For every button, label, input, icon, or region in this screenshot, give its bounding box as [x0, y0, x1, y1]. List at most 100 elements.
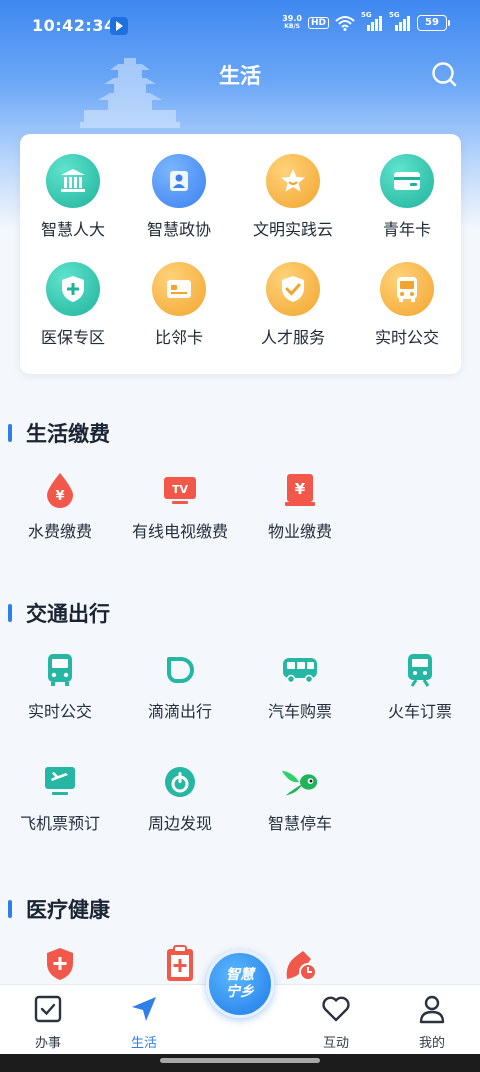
signal-strength-2: 5G: [389, 11, 411, 31]
quick-item-label: 人才服务: [260, 328, 325, 347]
center-home-button[interactable]: 智慧 宁乡: [206, 950, 274, 1018]
quick-service-card: 智慧人大 智慧政协 文明实践云 青年卡 医保专区 比邻卡 人才服务 实时公交: [20, 134, 461, 374]
battery-level: 59: [417, 15, 447, 31]
calendar-clock-icon: [280, 944, 320, 984]
card-icon: [380, 154, 434, 208]
shield-check-icon: [266, 262, 320, 316]
service-label: 水费缴费: [27, 522, 92, 541]
quick-item-label: 实时公交: [374, 328, 439, 347]
quick-item-realtime-bus[interactable]: 实时公交: [352, 262, 462, 348]
nav-tab-life[interactable]: 生活: [104, 993, 184, 1051]
signal-strength-1: 5G: [361, 11, 383, 31]
home-indicator[interactable]: [160, 1058, 320, 1063]
shield-plus-icon: [40, 944, 80, 984]
svg-text:TV: TV: [172, 483, 189, 496]
quick-item-youth-card[interactable]: 青年卡: [352, 154, 462, 240]
service-label: 飞机票预订: [19, 814, 100, 833]
service-train-ticket[interactable]: 火车订票: [360, 650, 480, 722]
nav-label: 互动: [322, 1036, 349, 1051]
plane-icon: [40, 762, 80, 802]
app-screen: 10:42:34 39.0 KB/S HD 5G 5G 59 生活 智慧人大 智…: [0, 0, 480, 1072]
quick-item-label: 智慧政协: [146, 220, 211, 239]
clipboard-icon: [160, 944, 200, 984]
hd-badge: HD: [307, 17, 329, 29]
bus-icon: [380, 262, 434, 316]
battery-indicator: 59: [417, 15, 450, 31]
coach-icon: [280, 650, 320, 690]
quick-item-smart-npc[interactable]: 智慧人大: [18, 154, 128, 240]
quick-item-smart-cppcc[interactable]: 智慧政协: [124, 154, 234, 240]
didi-icon: [160, 650, 200, 690]
service-realtime-bus[interactable]: 实时公交: [0, 650, 120, 722]
service-cable-tv-bill[interactable]: TV 有线电视缴费: [120, 470, 240, 542]
heart-icon: [322, 996, 350, 1022]
wifi-icon: [335, 16, 355, 31]
service-label: 周边发现: [147, 814, 212, 833]
service-label: 有线电视缴费: [131, 522, 228, 541]
service-property-bill[interactable]: ¥ 物业缴费: [240, 470, 360, 542]
quick-item-medical-insurance[interactable]: 医保专区: [18, 262, 128, 348]
nav-label: 办事: [34, 1036, 61, 1051]
shield-plus-icon: [46, 262, 100, 316]
service-nearby[interactable]: 周边发现: [120, 762, 240, 834]
app-notification-icon: [110, 17, 128, 35]
quick-item-label: 医保专区: [40, 328, 105, 347]
card-icon: [152, 262, 206, 316]
service-didi[interactable]: 滴滴出行: [120, 650, 240, 722]
building-icon: [46, 154, 100, 208]
signal-label-2: 5G: [389, 11, 400, 19]
service-label: 汽车购票: [267, 702, 332, 721]
nav-tab-services[interactable]: 办事: [8, 993, 88, 1051]
service-label: 智慧停车: [267, 814, 332, 833]
network-speed-unit: KB/S: [284, 23, 300, 30]
section-title-medical: 医疗健康: [8, 894, 110, 924]
svg-text:¥: ¥: [55, 489, 64, 504]
section-accent-bar: [8, 604, 12, 622]
quick-item-neighbor-card[interactable]: 比邻卡: [124, 262, 234, 348]
quick-item-label: 智慧人大: [40, 220, 105, 239]
section-title-text: 医疗健康: [26, 898, 110, 922]
service-coach-ticket[interactable]: 汽车购票: [240, 650, 360, 722]
service-label: 物业缴费: [267, 522, 332, 541]
system-nav-bar: [0, 1054, 480, 1072]
quick-item-talent-service[interactable]: 人才服务: [238, 262, 348, 348]
service-medical-1[interactable]: [0, 944, 120, 984]
person-icon: [152, 154, 206, 208]
nav-label: 我的: [418, 1036, 445, 1051]
page-title: 生活: [219, 64, 261, 88]
service-water-bill[interactable]: ¥ 水费缴费: [0, 470, 120, 542]
center-button-line2: 宁乡: [226, 984, 254, 1000]
nav-label: 生活: [130, 1036, 157, 1051]
bus-icon: [40, 650, 80, 690]
section-accent-bar: [8, 424, 12, 442]
center-button-line1: 智慧: [226, 967, 254, 983]
service-label: 滴滴出行: [147, 702, 212, 721]
section-title-transport: 交通出行: [8, 598, 110, 628]
star-icon: [266, 154, 320, 208]
navigation-arrow-icon: [132, 997, 156, 1021]
parking-icon: [280, 762, 320, 802]
service-label: 实时公交: [27, 702, 92, 721]
section-title-text: 生活缴费: [26, 422, 110, 446]
compass-icon: [160, 762, 200, 802]
svg-text:¥: ¥: [295, 480, 306, 498]
tv-icon: TV: [160, 470, 200, 510]
service-label: 火车订票: [387, 702, 452, 721]
status-time: 10:42:34: [32, 16, 116, 35]
status-bar: 10:42:34 39.0 KB/S HD 5G 5G 59: [0, 0, 480, 52]
nav-tab-mine[interactable]: 我的: [392, 993, 472, 1051]
signal-label-1: 5G: [361, 11, 372, 19]
search-icon[interactable]: [430, 60, 458, 88]
checkbox-icon: [34, 995, 62, 1023]
quick-item-civilization-cloud[interactable]: 文明实践云: [238, 154, 348, 240]
quick-item-label: 青年卡: [382, 220, 431, 239]
train-icon: [400, 650, 440, 690]
section-accent-bar: [8, 900, 12, 918]
quick-item-label: 文明实践云: [252, 220, 333, 239]
service-flight-booking[interactable]: 飞机票预订: [0, 762, 120, 834]
user-icon: [419, 995, 445, 1024]
section-title-payment: 生活缴费: [8, 418, 110, 448]
nav-tab-interaction[interactable]: 互动: [296, 993, 376, 1051]
property-yuan-icon: ¥: [280, 470, 320, 510]
service-smart-parking[interactable]: 智慧停车: [240, 762, 360, 834]
